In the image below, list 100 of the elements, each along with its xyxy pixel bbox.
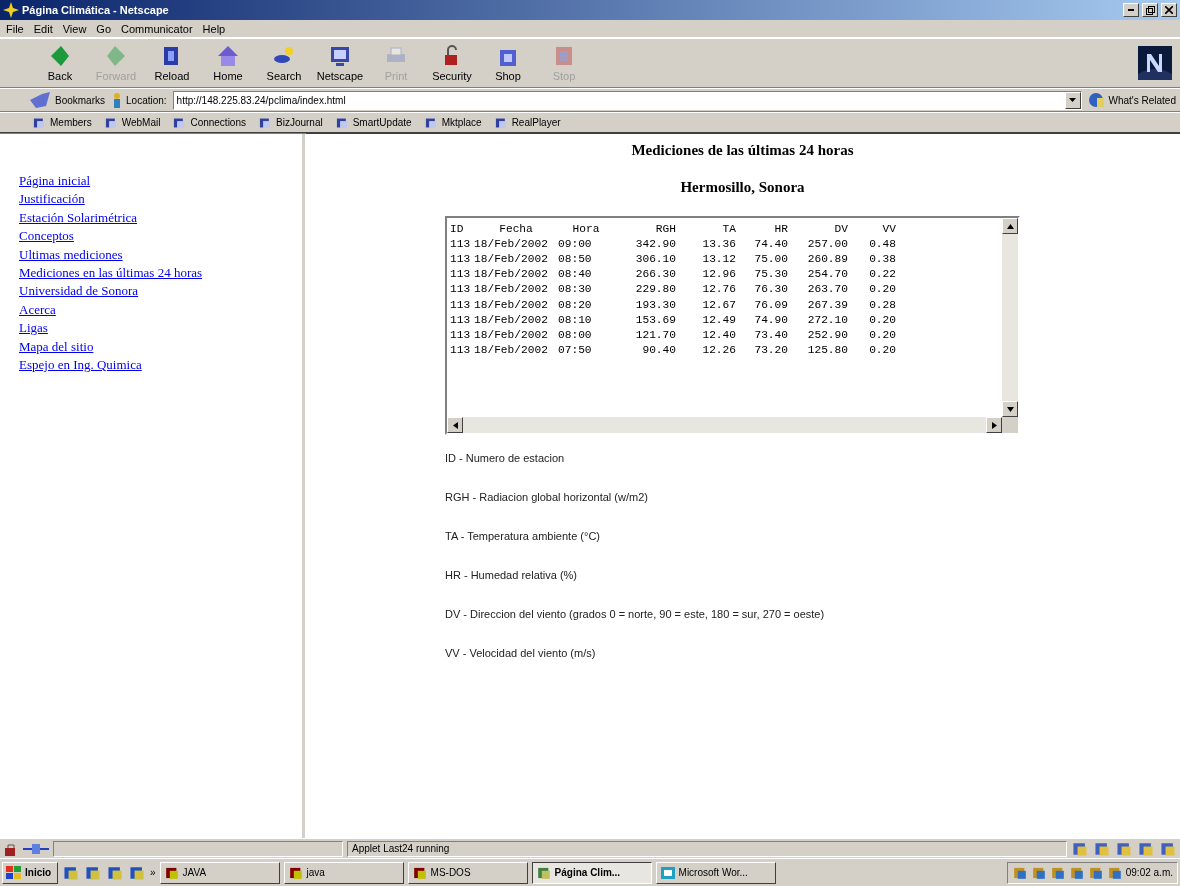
vertical-scrollbar[interactable]: [1002, 218, 1018, 417]
close-icon: [1165, 6, 1173, 14]
bookmark-link[interactable]: Members: [32, 115, 92, 130]
toolbar-button[interactable]: Shop: [480, 44, 536, 82]
caret-icon: [1069, 98, 1076, 102]
task-button[interactable]: MS-DOS: [407, 861, 528, 884]
table-cell-text: 113: [450, 313, 472, 326]
toolbar-button[interactable]: Reload: [144, 44, 200, 82]
legend-text: DV - Direccion del viento (grados 0 = norte, 90 = este, 180 = sur, 270 = oeste): [445, 608, 826, 620]
menu-item[interactable]: Go: [96, 22, 112, 35]
nav-link[interactable]: Estación Solarimétrica: [19, 208, 302, 228]
minimize-icon: [1128, 9, 1134, 11]
task-button[interactable]: Microsoft Wor...: [655, 861, 776, 884]
bookmark-link[interactable]: RealPlayer: [493, 115, 561, 130]
bookmark-link[interactable]: Mktplace: [423, 115, 482, 130]
sparkle-icon: [3, 2, 19, 18]
document-icon: [659, 864, 676, 881]
table-cell-text: 229.80: [634, 283, 676, 296]
nav-link[interactable]: Mapa del sitio: [19, 337, 302, 357]
table-cell-text: 18/Feb/2002: [474, 283, 549, 296]
nav-link[interactable]: Ligas: [19, 319, 302, 338]
nav-link[interactable]: Página inicial: [19, 172, 302, 191]
scroll-right-button[interactable]: [986, 417, 1002, 433]
menu-item[interactable]: Communicator: [121, 22, 193, 35]
nav-link[interactable]: Universidad de Sonora: [19, 282, 302, 301]
table-cell-text: 113: [450, 252, 472, 265]
scroll-down-button[interactable]: [1002, 401, 1018, 417]
figure-icon: [111, 92, 123, 108]
table-cell-text: 257.00: [806, 237, 848, 250]
maximize-button[interactable]: [1142, 3, 1158, 17]
url-field[interactable]: http://148.225.83.24/pclima/index.html: [172, 90, 1082, 110]
task-button[interactable]: Página Clim...: [531, 861, 652, 884]
arrow-up-icon: [1006, 223, 1014, 229]
menu-item[interactable]: Edit: [33, 22, 53, 35]
table-cell-text: 0.28: [868, 298, 896, 311]
task-button[interactable]: JAVA: [159, 861, 280, 884]
nav-link[interactable]: Acerca: [19, 300, 302, 320]
start-button[interactable]: Inicio: [2, 861, 58, 884]
table-cell-text: 342.90: [634, 237, 676, 250]
bookmark-link[interactable]: WebMail: [103, 115, 161, 130]
table-cell-text: 12.67: [701, 298, 736, 311]
location-label: Location:: [111, 92, 167, 108]
table-cell-text: 18/Feb/2002: [474, 237, 549, 250]
table-cell-text: 252.90: [806, 328, 848, 341]
table-cell-text: 113: [450, 283, 472, 296]
bookmarks-button[interactable]: Bookmarks: [30, 92, 105, 108]
page-title: Mediciones de las últimas 24 horas: [631, 142, 854, 159]
table-cell-text: 09:00: [558, 237, 593, 250]
table-cell-text: 12.76: [701, 283, 736, 296]
minimize-button[interactable]: [1123, 3, 1139, 17]
whats-related-button[interactable]: What's Related: [1087, 92, 1176, 108]
column-header: Fecha: [498, 222, 534, 235]
restore-icon: [1145, 5, 1155, 15]
toolbar-button[interactable]: Netscape: [312, 44, 368, 82]
table-cell-text: 75.00: [753, 252, 788, 265]
toolbar-button[interactable]: Home: [200, 44, 256, 82]
house-icon: [216, 44, 240, 68]
legend-text: TA - Temperatura ambiente (°C): [445, 530, 601, 542]
horizontal-scrollbar[interactable]: [447, 417, 1002, 433]
table-cell-text: 266.30: [634, 268, 676, 281]
table-cell-text: 254.70: [806, 268, 848, 281]
column-header: ID: [450, 222, 465, 235]
more-button[interactable]: »: [150, 867, 156, 878]
table-cell-text: 0.20: [868, 283, 896, 296]
legend-text: HR - Humedad relativa (%): [445, 569, 579, 581]
toolbar-button[interactable]: Back: [32, 44, 88, 82]
toolbar-button[interactable]: Search: [256, 44, 312, 82]
column-header: VV: [881, 222, 896, 235]
table-cell-text: 18/Feb/2002: [474, 328, 549, 341]
nav-link[interactable]: Mediciones en las últimas 24 horas: [19, 264, 302, 283]
table-cell-text: 272.10: [806, 313, 848, 326]
bookmark-link[interactable]: Connections: [172, 115, 246, 130]
legend-text: ID - Numero de estacion: [445, 452, 566, 464]
clock: 09:02 a.m.: [1125, 867, 1173, 878]
table-cell-text: 74.40: [753, 237, 788, 250]
data-text-area[interactable]: [445, 216, 1020, 435]
task-button[interactable]: java: [283, 861, 404, 884]
close-button[interactable]: [1161, 3, 1177, 17]
toolbar-button[interactable]: Security: [424, 44, 480, 82]
nav-link[interactable]: Ultimas mediciones: [19, 245, 302, 265]
windows-logo-icon: [6, 865, 22, 880]
scroll-left-button[interactable]: [447, 417, 463, 433]
menu-item[interactable]: Help: [202, 22, 226, 35]
nav-link[interactable]: Conceptos: [19, 227, 302, 246]
column-header: DV: [833, 222, 848, 235]
column-header: HR: [773, 222, 788, 235]
arrow-down-icon: [1006, 406, 1014, 412]
bookmark-link[interactable]: SmartUpdate: [334, 115, 412, 130]
bookmark-link[interactable]: BizJournal: [258, 115, 323, 130]
column-header: TA: [721, 222, 736, 235]
table-cell-text: 18/Feb/2002: [474, 313, 549, 326]
scroll-up-button[interactable]: [1002, 218, 1018, 234]
menu-item[interactable]: File: [6, 22, 24, 35]
menu-item[interactable]: View: [62, 22, 87, 35]
table-cell-text: 08:30: [558, 283, 593, 296]
dropdown-button[interactable]: [1064, 91, 1081, 109]
table-cell-text: 08:20: [558, 298, 593, 311]
legend-text: VV - Velocidad del viento (m/s): [445, 647, 597, 659]
nav-link[interactable]: Justificación: [19, 190, 302, 209]
nav-link[interactable]: Espejo en Ing. Quimica: [19, 356, 302, 375]
